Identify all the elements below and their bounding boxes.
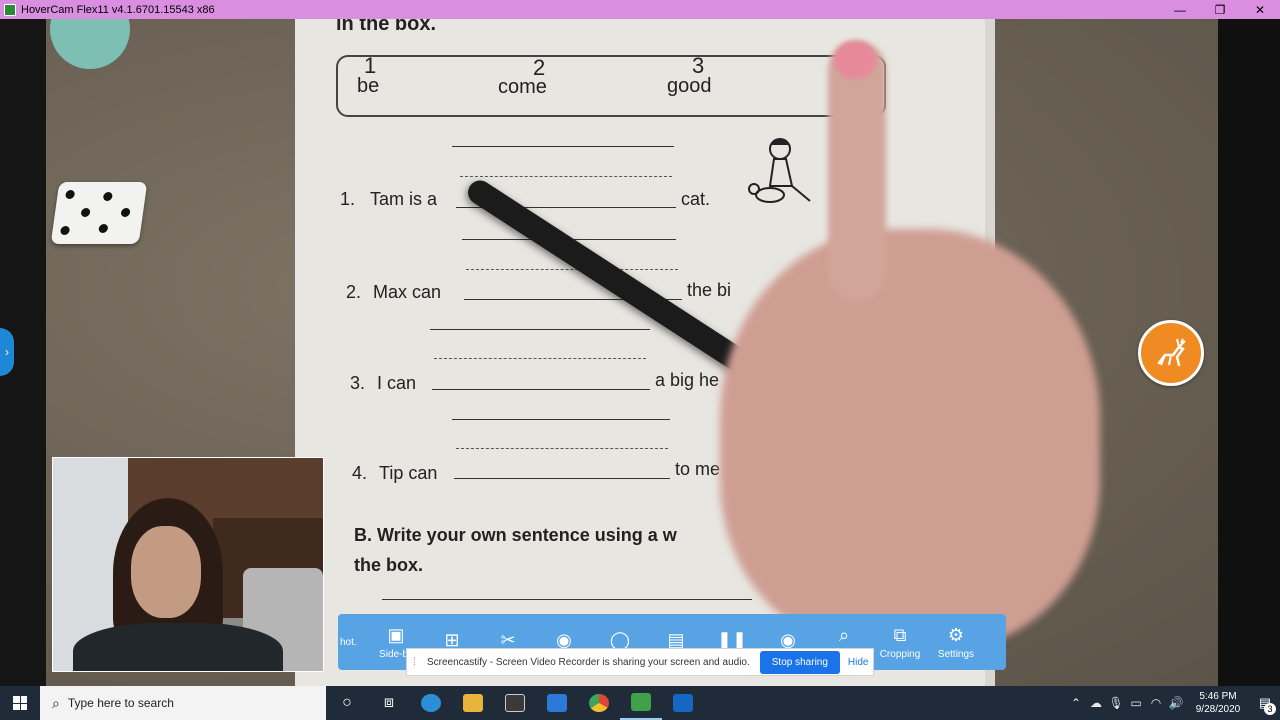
crop-icon: ⧉	[893, 624, 907, 645]
store-icon	[505, 694, 525, 712]
word-be: be	[357, 75, 380, 97]
hovercam-app-icon	[4, 3, 16, 16]
worksheet-heading: in the box.	[336, 19, 436, 35]
start-button[interactable]	[0, 686, 40, 720]
chrome-app[interactable]	[578, 686, 620, 720]
question-text: I can	[377, 373, 417, 393]
task-view-icon: ⧈	[383, 694, 395, 711]
scissors-icon: ✂	[500, 630, 516, 650]
question-number: 2.	[346, 282, 362, 302]
question-number: 3.	[350, 373, 366, 393]
question-number: 1.	[340, 189, 356, 209]
wifi-icon[interactable]: ◠	[1146, 696, 1166, 710]
battery-icon[interactable]: ▭	[1126, 696, 1146, 710]
word-good: good	[667, 75, 712, 97]
folder-icon	[463, 694, 483, 712]
question-text: a big he	[655, 370, 720, 390]
file-explorer-app[interactable]	[452, 686, 494, 720]
shutter-icon: ◉	[556, 630, 572, 650]
word-come: come	[498, 76, 547, 98]
hide-button[interactable]: Hide	[848, 657, 869, 668]
edge-app[interactable]	[410, 686, 452, 720]
title-bar: HoverCam Flex11 v4.1.6701.15543 x86 — ❐ …	[0, 0, 1280, 19]
cropping-button[interactable]: ⧉ Cropping	[872, 614, 928, 670]
action-center-button[interactable]: ▤ 3	[1250, 695, 1280, 715]
cortana-icon: ○	[342, 694, 352, 711]
hovercam-icon	[631, 693, 651, 711]
drag-handle-icon[interactable]: ⁞	[413, 657, 423, 668]
chevron-up-icon[interactable]: ⌃	[1066, 696, 1086, 710]
section-b-instruction-cont: the box.	[354, 555, 424, 575]
taskbar-search[interactable]: ⌕ Type here to search	[40, 686, 326, 720]
pause-icon: ❚❚	[716, 630, 748, 650]
microphone-icon[interactable]: 🎙	[1106, 696, 1126, 710]
word-box	[336, 55, 886, 117]
eye-icon: ◉	[780, 630, 796, 650]
deer-icon	[1157, 338, 1186, 367]
window-controls: — ❐ ✕	[1160, 0, 1280, 19]
clock-time: 5:46 PM	[1199, 691, 1237, 702]
window-title: HoverCam Flex11 v4.1.6701.15543 x86	[21, 3, 215, 16]
record-icon: ◯	[609, 630, 631, 650]
expand-panel-tab[interactable]: ›	[0, 328, 14, 376]
magnifier-icon: ⌕	[838, 624, 850, 645]
question-text: cat.	[681, 189, 711, 209]
deer-floating-button[interactable]	[1138, 320, 1204, 386]
right-border	[1218, 19, 1280, 686]
fingernail	[834, 41, 876, 79]
restore-button[interactable]: ❐	[1200, 0, 1240, 19]
annotate-icon: ▤	[667, 630, 685, 650]
question-text: Max can	[373, 282, 442, 302]
clock[interactable]: 5:46 PM 9/28/2020	[1186, 690, 1250, 716]
share-message: Screencastify - Screen Video Recorder is…	[427, 656, 750, 668]
cortana-button[interactable]: ○	[326, 686, 368, 720]
system-tray: ⌃ ☁ 🎙 ▭ ◠ 🔊 5:46 PM 9/28/2020 ▤ 3	[1066, 686, 1280, 720]
windows-taskbar: ⌕ Type here to search ○ ⧈ ⌃ ☁ 🎙 ▭ ◠ 🔊 5:…	[0, 686, 1280, 720]
search-icon: ⌕	[52, 694, 60, 711]
question-text: to me	[675, 459, 721, 479]
question-text: the bi	[687, 280, 732, 300]
notification-count: 3	[1264, 703, 1276, 715]
volume-icon[interactable]: 🔊	[1166, 696, 1186, 710]
clock-date: 9/28/2020	[1195, 704, 1241, 715]
screen-share-notice: ⁞ Screencastify - Screen Video Recorder …	[406, 648, 874, 676]
gear-icon: ⚙	[947, 624, 965, 645]
dice	[50, 182, 148, 244]
teacher-finger	[828, 41, 886, 301]
hovercam-app[interactable]	[620, 686, 662, 720]
minimize-button[interactable]: —	[1160, 0, 1200, 19]
onedrive-icon[interactable]: ☁	[1086, 696, 1106, 710]
webcam-overlay[interactable]	[52, 457, 324, 672]
windows-logo-icon	[13, 696, 27, 710]
edge-icon	[421, 694, 441, 712]
settings-button[interactable]: ⚙ Settings	[928, 614, 984, 670]
side-by-side-icon: ▣	[387, 624, 405, 645]
teacher-hand	[720, 229, 1100, 649]
outlook-icon	[673, 694, 693, 712]
chrome-icon	[589, 694, 609, 712]
question-text: Tam is a	[370, 189, 438, 209]
store-app[interactable]	[494, 686, 536, 720]
mail-icon	[547, 694, 567, 712]
girl-with-dog-illustration	[748, 138, 811, 203]
outlook-app[interactable]	[662, 686, 704, 720]
stop-sharing-button[interactable]: Stop sharing	[759, 650, 840, 674]
close-button[interactable]: ✕	[1240, 0, 1280, 19]
question-text: Tip can	[379, 463, 438, 483]
question-number: 4.	[352, 463, 368, 483]
chevron-right-icon: ›	[5, 345, 9, 359]
search-placeholder: Type here to search	[67, 696, 174, 710]
mail-app[interactable]	[536, 686, 578, 720]
windows-icon: ⊞	[444, 630, 460, 650]
task-view-button[interactable]: ⧈	[368, 686, 410, 720]
toolbar-edge-label: hot.	[340, 636, 357, 648]
section-b-instruction: B. Write your own sentence using a w	[354, 525, 677, 545]
